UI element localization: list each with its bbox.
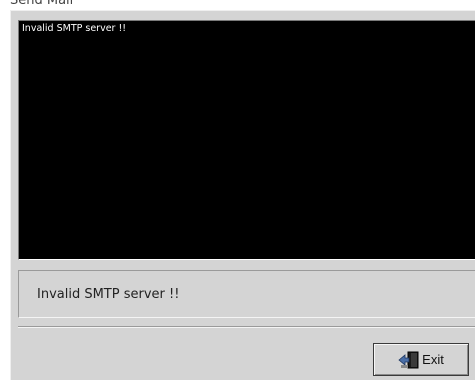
window-title-fragment: Send Mail xyxy=(10,0,90,10)
console-output-area[interactable]: Invalid SMTP server !! xyxy=(18,20,475,260)
separator-line xyxy=(18,326,475,328)
exit-button-label: Exit xyxy=(422,352,444,367)
status-message-panel: Invalid SMTP server !! xyxy=(18,270,475,318)
exit-button[interactable]: Exit xyxy=(373,343,469,376)
window-title-text: Send Mail xyxy=(10,0,74,8)
console-output-text: Invalid SMTP server !! xyxy=(22,23,127,34)
status-message: Invalid SMTP server !! xyxy=(37,287,180,302)
exit-door-icon xyxy=(398,350,420,370)
